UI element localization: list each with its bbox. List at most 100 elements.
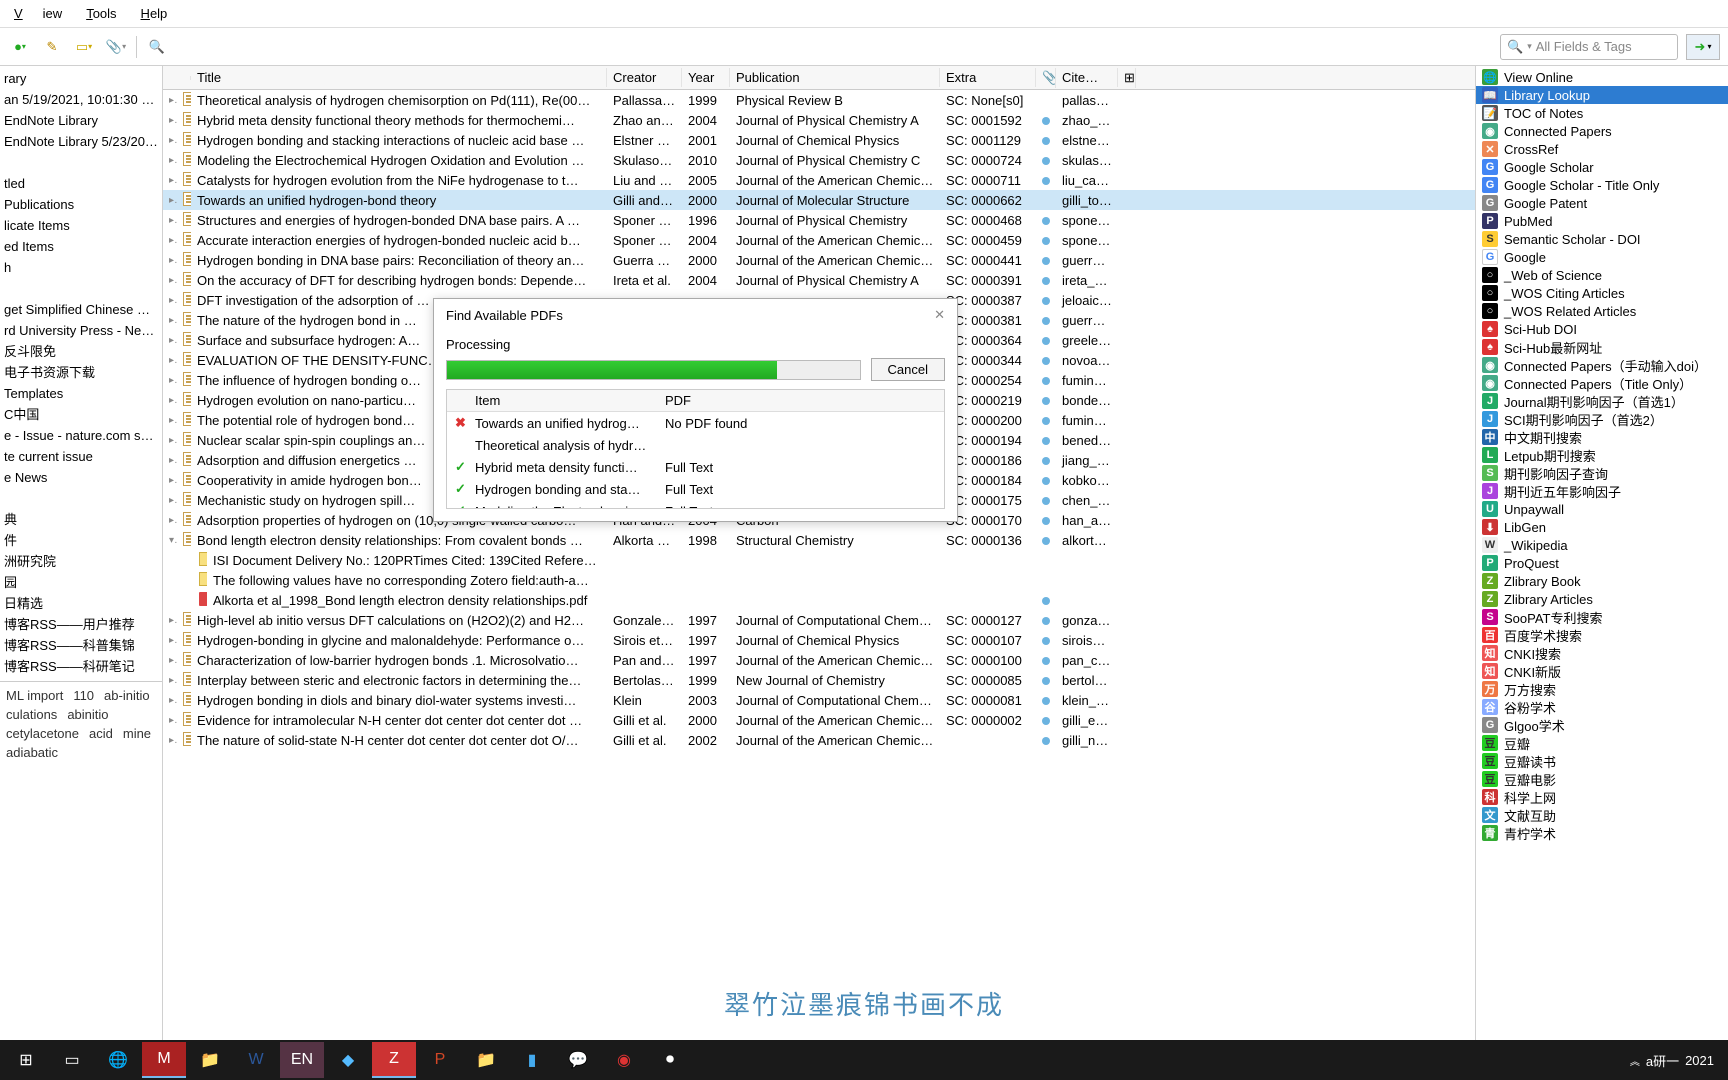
collection-item[interactable]: 电子书资源下载 [0,362,162,383]
locate-item[interactable]: 中中文期刊搜索 [1476,428,1728,446]
locate-item[interactable]: ○_WOS Related Articles [1476,302,1728,320]
locate-item[interactable]: 📖Library Lookup [1476,86,1728,104]
app-icon[interactable]: ◆ [326,1042,370,1078]
tray-chevron[interactable]: ︽ [1630,1053,1640,1068]
locate-item[interactable]: ♠Sci-Hub最新网址 [1476,338,1728,356]
locate-item[interactable]: ◉Connected Papers [1476,122,1728,140]
collection-item[interactable]: rary [0,68,162,89]
locate-item[interactable]: JJournal期刊影响因子（首选1） [1476,392,1728,410]
locate-item[interactable]: J期刊近五年影响因子 [1476,482,1728,500]
locate-item[interactable]: 谷谷粉学术 [1476,698,1728,716]
item-row[interactable]: ▸Structures and energies of hydrogen-bon… [163,210,1475,230]
collections-pane[interactable]: raryan 5/19/2021, 10:01:30 …EndNote Libr… [0,66,163,1050]
item-row[interactable]: ▸The nature of solid-state N-H center do… [163,730,1475,750]
explorer-icon[interactable]: 📁 [188,1042,232,1078]
new-item-button[interactable]: ●▾ [8,35,32,59]
collection-item[interactable] [0,488,162,509]
locate-item[interactable]: SSooPAT专利搜索 [1476,608,1728,626]
collection-item[interactable]: rd University Press - Ne… [0,320,162,341]
locate-item[interactable]: 知CNKI搜索 [1476,644,1728,662]
item-row[interactable]: ▸Hydrogen bonding in DNA base pairs: Rec… [163,250,1475,270]
menu-tools[interactable]: Tools [76,4,126,23]
collection-item[interactable]: 典 [0,509,162,530]
locate-item[interactable]: 📝TOC of Notes [1476,104,1728,122]
record-icon[interactable]: ⏺ [648,1042,692,1078]
locate-item[interactable]: W_Wikipedia [1476,536,1728,554]
collection-item[interactable]: 反斗限免 [0,341,162,362]
collection-item[interactable]: 博客RSS——科研笔记 [0,656,162,677]
collection-item[interactable]: Publications [0,194,162,215]
locate-item[interactable]: 豆豆瓣 [1476,734,1728,752]
tag[interactable]: ab-initio [104,688,150,703]
netease-icon[interactable]: ◉ [602,1042,646,1078]
wechat-icon[interactable]: 💬 [556,1042,600,1078]
mendeley-icon[interactable]: M [142,1042,186,1078]
locate-item[interactable]: GGoogle Patent [1476,194,1728,212]
start-button[interactable]: ⊞ [4,1042,48,1078]
locate-item[interactable]: ✕CrossRef [1476,140,1728,158]
collection-item[interactable]: 园 [0,572,162,593]
item-row[interactable]: ▸Theoretical analysis of hydrogen chemis… [163,90,1475,110]
collection-item[interactable]: C中国 [0,404,162,425]
locate-item[interactable]: GGoogle Scholar - Title Only [1476,176,1728,194]
collection-item[interactable]: 日精选 [0,593,162,614]
locate-item[interactable]: ◉Connected Papers（Title Only） [1476,374,1728,392]
collection-item[interactable]: e News [0,467,162,488]
menu-help[interactable]: Help [131,4,178,23]
close-icon[interactable]: ✕ [934,307,945,323]
collection-item[interactable]: te current issue [0,446,162,467]
locate-item[interactable]: ⬇LibGen [1476,518,1728,536]
locate-item[interactable]: 知CNKI新版 [1476,662,1728,680]
collection-item[interactable]: 博客RSS——科普集锦 [0,635,162,656]
tag[interactable]: cetylacetone [6,726,79,741]
collection-item[interactable]: EndNote Library [0,110,162,131]
collection-item[interactable]: 博客RSS——用户推荐 [0,614,162,635]
tag[interactable]: adiabatic [6,745,58,760]
child-item[interactable]: ISI Document Delivery No.: 120PRTimes Ci… [163,550,1475,570]
locate-item[interactable]: 🌐View Online [1476,68,1728,86]
collection-item[interactable]: h [0,257,162,278]
taskbar[interactable]: ⊞ ▭ 🌐 M 📁 W EN ◆ Z P 📁 ▮ 💬 ◉ ⏺ ︽ a研一 202… [0,1040,1728,1080]
col-year[interactable]: Year [682,68,730,87]
locate-item[interactable]: ZZlibrary Articles [1476,590,1728,608]
collection-item[interactable]: an 5/19/2021, 10:01:30 … [0,89,162,110]
taskview-button[interactable]: ▭ [50,1042,94,1078]
locate-item[interactable]: 科科学上网 [1476,788,1728,806]
locate-item[interactable]: GGlgoo学术 [1476,716,1728,734]
collection-item[interactable]: ed Items [0,236,162,257]
tag[interactable]: abinitio [67,707,108,722]
locate-item[interactable]: GGoogle Scholar [1476,158,1728,176]
locate-item[interactable]: LLetpub期刊搜索 [1476,446,1728,464]
tag[interactable]: 110 [73,688,94,703]
col-menu[interactable]: ⊞ [1118,68,1136,88]
folder-icon[interactable]: 📁 [464,1042,508,1078]
menu-view[interactable]: View [4,4,72,23]
attach-button[interactable]: 📎▾ [104,35,128,59]
col-publication[interactable]: Publication [730,68,940,87]
item-row[interactable]: ▸Interplay between steric and electronic… [163,670,1475,690]
child-item[interactable]: The following values have no correspondi… [163,570,1475,590]
item-row[interactable]: ▸Hydrogen bonding in diols and binary di… [163,690,1475,710]
tag[interactable]: culations [6,707,57,722]
locate-item[interactable]: ◉Connected Papers（手动输入doi） [1476,356,1728,374]
locate-item[interactable]: 豆豆瓣电影 [1476,770,1728,788]
chrome-icon[interactable]: 🌐 [96,1042,140,1078]
item-row[interactable]: ▸Accurate interaction energies of hydrog… [163,230,1475,250]
wand-button[interactable]: ✎ [40,35,64,59]
locate-item[interactable]: S期刊影响因子查询 [1476,464,1728,482]
locate-item[interactable]: 文文献互助 [1476,806,1728,824]
collection-item[interactable] [0,278,162,299]
items-pane[interactable]: Title Creator Year Publication Extra 📎 C… [163,66,1476,1050]
locate-menu[interactable]: 🌐View Online📖Library Lookup📝TOC of Notes… [1476,66,1728,1050]
item-row[interactable]: ▸Hydrogen bonding and stacking interacti… [163,130,1475,150]
collection-item[interactable]: 洲研究院 [0,551,162,572]
collection-item[interactable]: EndNote Library 5/23/20… [0,131,162,152]
locate-item[interactable]: GGoogle [1476,248,1728,266]
item-row[interactable]: ▸Modeling the Electrochemical Hydrogen O… [163,150,1475,170]
locate-item[interactable]: ♠Sci-Hub DOI [1476,320,1728,338]
item-row[interactable]: ▸Towards an unified hydrogen-bond theory… [163,190,1475,210]
locate-item[interactable]: 青青柠学术 [1476,824,1728,842]
locate-item[interactable]: 豆豆瓣读书 [1476,752,1728,770]
endnote-icon[interactable]: EN [280,1042,324,1078]
locate-item[interactable]: PPubMed [1476,212,1728,230]
